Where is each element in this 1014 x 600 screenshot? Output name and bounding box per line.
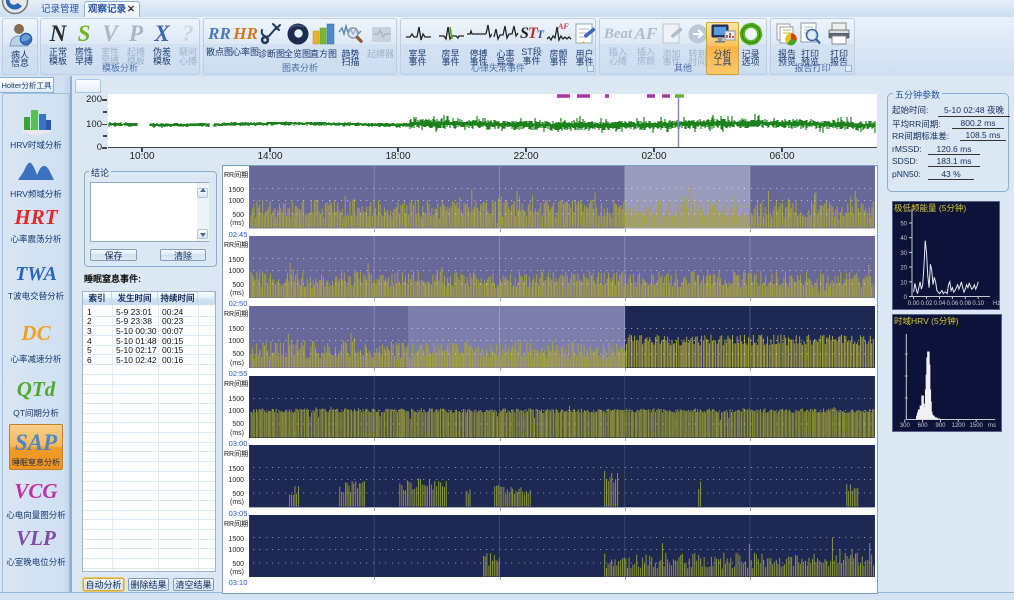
svg-text:300: 300 [900,423,911,429]
svg-text:0.06: 0.06 [947,301,959,307]
svg-text:0.02: 0.02 [921,301,933,307]
svg-text:0.08: 0.08 [959,301,971,307]
svg-text:30: 30 [900,251,907,257]
svg-text:600: 600 [918,423,929,429]
svg-text:1500: 1500 [970,423,984,429]
svg-text:10: 10 [900,280,907,286]
svg-text:50: 50 [900,222,907,228]
svg-text:20: 20 [900,266,907,272]
svg-text:ms: ms [988,423,996,429]
svg-text:0.00: 0.00 [908,301,920,307]
svg-text:40: 40 [900,236,907,242]
svg-text:1200: 1200 [952,423,966,429]
svg-text:0.04: 0.04 [934,301,946,307]
svg-text:Hz: Hz [993,301,1000,307]
svg-text:0.10: 0.10 [972,301,984,307]
svg-text:900: 900 [935,423,946,429]
